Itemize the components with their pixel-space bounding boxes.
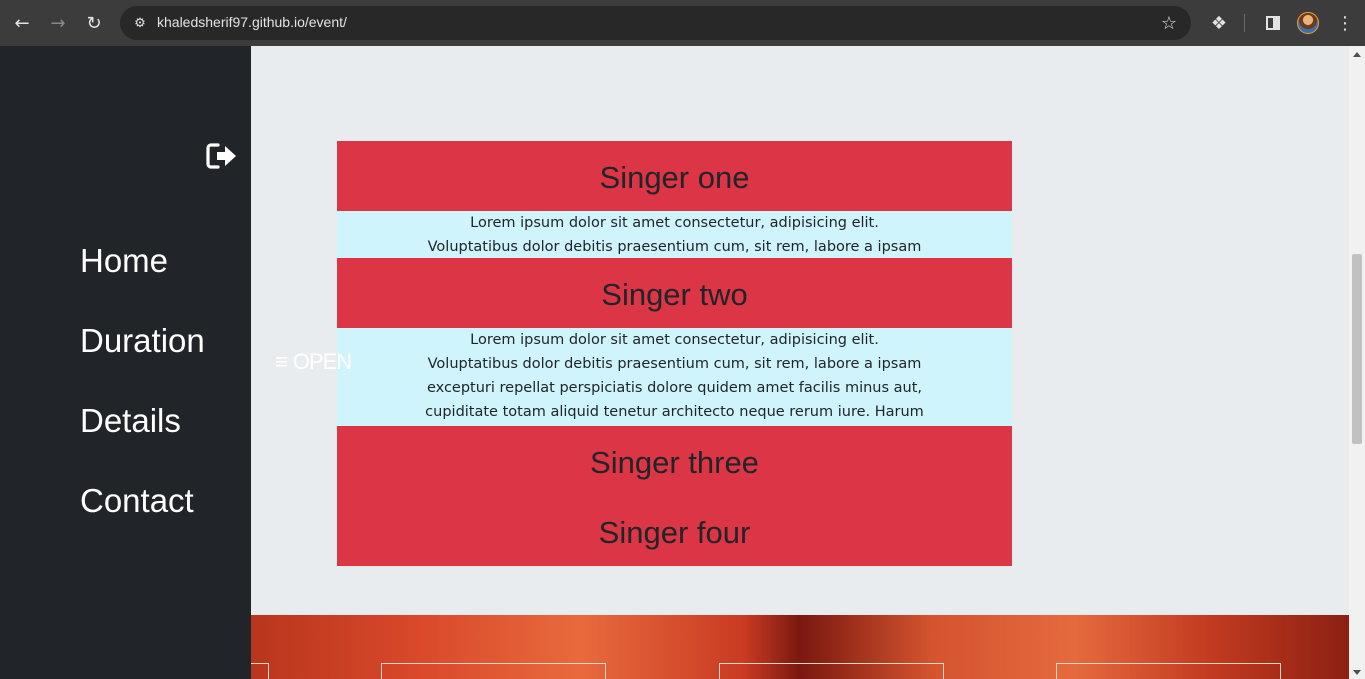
url-text[interactable]: khaledsherif97.github.io/event/	[157, 14, 347, 30]
accordion-header-singer-three[interactable]: Singer three	[337, 426, 1012, 496]
hamburger-icon: ≡	[275, 349, 288, 374]
countdown-card	[251, 663, 269, 679]
scroll-up-arrow-icon[interactable]	[1353, 52, 1361, 57]
main-content: Singer one Lorem ipsum dolor sit amet co…	[251, 46, 1349, 679]
sidebar-item-contact[interactable]: Contact	[80, 482, 194, 520]
accordion-header-singer-two[interactable]: Singer two	[337, 258, 1012, 328]
sidebar-item-details[interactable]: Details	[80, 402, 181, 440]
countdown-card	[1056, 663, 1281, 679]
event-banner-image	[251, 615, 1349, 679]
countdown-card	[381, 663, 606, 679]
profile-avatar[interactable]	[1297, 12, 1319, 34]
extensions-icon[interactable]: ❖	[1204, 8, 1234, 38]
accordion-header-singer-one[interactable]: Singer one	[337, 141, 1012, 211]
countdown-card	[719, 663, 944, 679]
open-menu-toggle[interactable]: ≡ OPEN	[275, 349, 352, 375]
accordion-header-singer-four[interactable]: Singer four	[337, 496, 1012, 566]
accordion-body-singer-two: Lorem ipsum dolor sit amet consectetur, …	[337, 328, 1012, 426]
sidebar-item-home[interactable]: Home	[80, 242, 168, 280]
forward-arrow-icon[interactable]: →	[40, 5, 76, 41]
site-info-icon[interactable]: ⚙	[128, 11, 152, 35]
sidebar-item-duration[interactable]: Duration	[80, 322, 205, 360]
more-menu-icon[interactable]: ⋮	[1330, 8, 1360, 38]
scrollbar-thumb[interactable]	[1352, 254, 1362, 444]
reload-icon[interactable]: ↻	[76, 5, 112, 41]
side-panel-icon[interactable]	[1258, 8, 1288, 38]
address-bar[interactable]: ⚙ khaledsherif97.github.io/event/ ☆	[120, 6, 1191, 40]
singers-accordion: Singer one Lorem ipsum dolor sit amet co…	[337, 141, 1012, 566]
open-label: OPEN	[292, 349, 352, 374]
back-arrow-icon[interactable]: ←	[4, 5, 40, 41]
scroll-down-arrow-icon[interactable]	[1353, 670, 1361, 675]
accordion-body-singer-one: Lorem ipsum dolor sit amet consectetur, …	[337, 211, 1012, 258]
browser-toolbar: ← → ↻ ⚙ khaledsherif97.github.io/event/ …	[0, 0, 1365, 46]
page-scrollbar[interactable]	[1349, 46, 1365, 679]
toolbar-divider	[1244, 14, 1245, 32]
sidebar: Home Duration Details Contact	[0, 46, 251, 679]
bookmark-star-icon[interactable]: ☆	[1157, 11, 1181, 35]
logout-icon[interactable]	[206, 142, 238, 170]
